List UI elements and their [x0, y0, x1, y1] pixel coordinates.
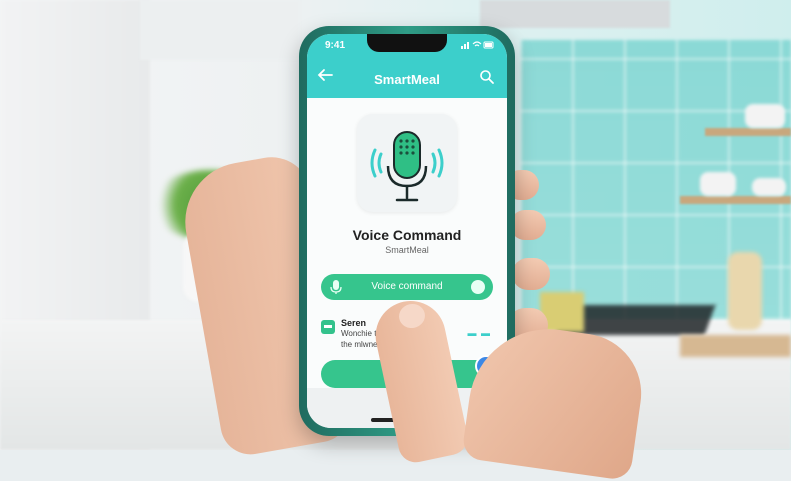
assistant-icon: [471, 280, 485, 294]
search-button[interactable]: [479, 69, 495, 85]
camera-notch: [367, 34, 447, 52]
shelf-cup: [700, 172, 736, 196]
upper-cabinet: [140, 0, 300, 60]
finger: [512, 258, 550, 290]
list-icon: [321, 320, 335, 334]
microphone-card[interactable]: [357, 114, 457, 212]
status-icons: [461, 40, 495, 51]
shelf-bowl: [745, 104, 785, 128]
range-hood: [480, 0, 670, 28]
cutting-board: [680, 335, 791, 357]
app-header: SmartMeal: [307, 60, 507, 98]
progress-dots-icon: ▬ ▬: [467, 328, 491, 338]
lower-shelf: [680, 196, 791, 204]
voice-command-label: Voice command: [371, 281, 443, 292]
bottle: [728, 252, 762, 330]
finger: [510, 210, 546, 240]
search-icon: [480, 70, 494, 84]
voice-command-button[interactable]: Voice command: [321, 274, 493, 300]
list-item-title: Seren: [341, 318, 367, 328]
app-title: SmartMeal: [374, 72, 440, 87]
status-bar: 9:41: [307, 34, 507, 60]
shelf-bowl-2: [752, 178, 786, 196]
upper-shelf: [705, 128, 791, 136]
page-subtitle: SmartMeal: [385, 245, 429, 255]
signal-wifi-battery-icon: [461, 41, 494, 49]
page-title: Voice Command: [352, 227, 462, 243]
status-time: 9:41: [325, 40, 346, 51]
microphone-icon: [370, 131, 444, 202]
